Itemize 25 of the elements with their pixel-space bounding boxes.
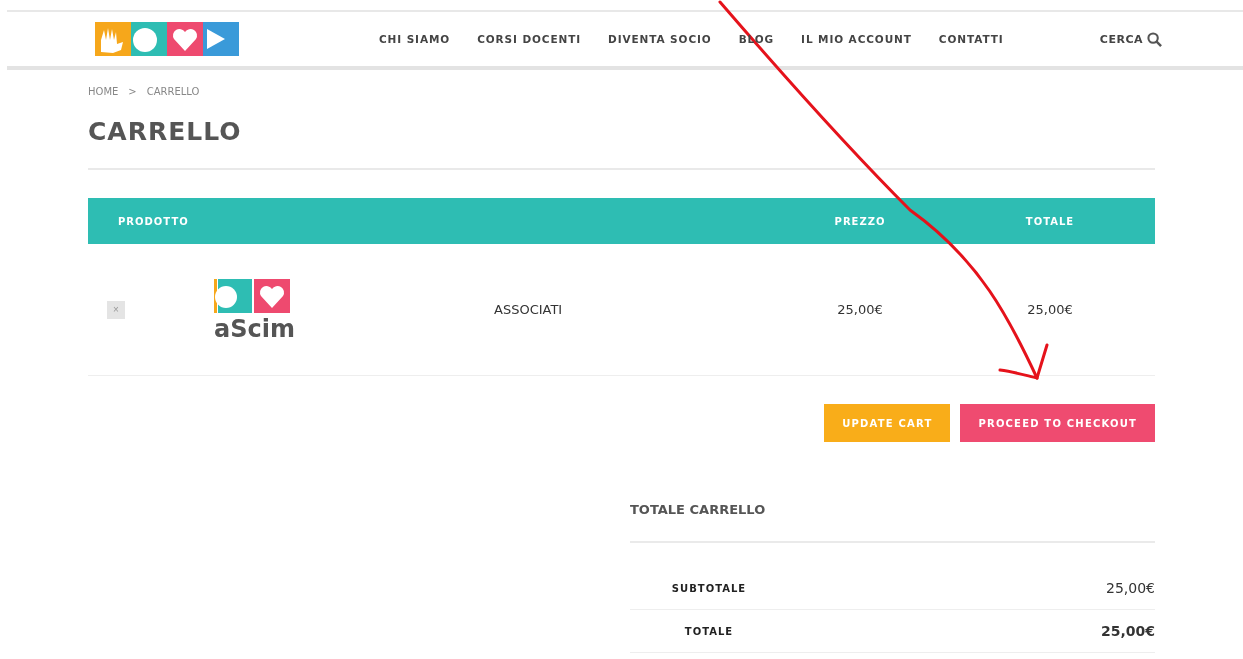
product-name[interactable]: ASSOCIATI xyxy=(414,302,775,317)
search-icon xyxy=(1147,31,1162,47)
totals-label: TOTALE xyxy=(683,625,735,637)
breadcrumb-link[interactable]: HOME xyxy=(88,86,119,97)
breadcrumb-separator: > xyxy=(128,86,137,97)
nav-link[interactable]: CORSI DOCENTI xyxy=(477,33,582,45)
totals-value: 25,00€ xyxy=(1106,580,1155,596)
column-header: PRODOTTO xyxy=(117,215,190,227)
site-logo[interactable] xyxy=(95,22,239,56)
totals-title: TOTALE CARRELLO xyxy=(630,502,1155,543)
total-cell-text: 25,00€ xyxy=(1026,302,1074,317)
page-title: CARRELLO xyxy=(88,117,243,146)
totals-value: 25,00€ xyxy=(1100,623,1155,639)
search-button[interactable]: CERCA xyxy=(1099,31,1162,47)
cart-action-button[interactable]: PROCEED TO CHECKOUT xyxy=(960,404,1155,442)
nav-link[interactable]: DIVENTA SOCIO xyxy=(608,33,712,45)
thumbnail-text: aScim xyxy=(214,316,295,341)
nav-link[interactable]: CHI SIAMO xyxy=(379,33,451,45)
price-cell-text: 25,00€ xyxy=(836,302,884,317)
breadcrumb-link[interactable]: CARRELLO xyxy=(146,86,200,97)
column-header: TOTALE xyxy=(1024,215,1076,227)
column-header: PREZZO xyxy=(833,215,887,227)
nav-link[interactable]: CONTATTI xyxy=(938,33,1004,45)
nav-link[interactable]: IL MIO ACCOUNT xyxy=(801,33,912,45)
totals-label: SUBTOTALE xyxy=(670,582,748,594)
